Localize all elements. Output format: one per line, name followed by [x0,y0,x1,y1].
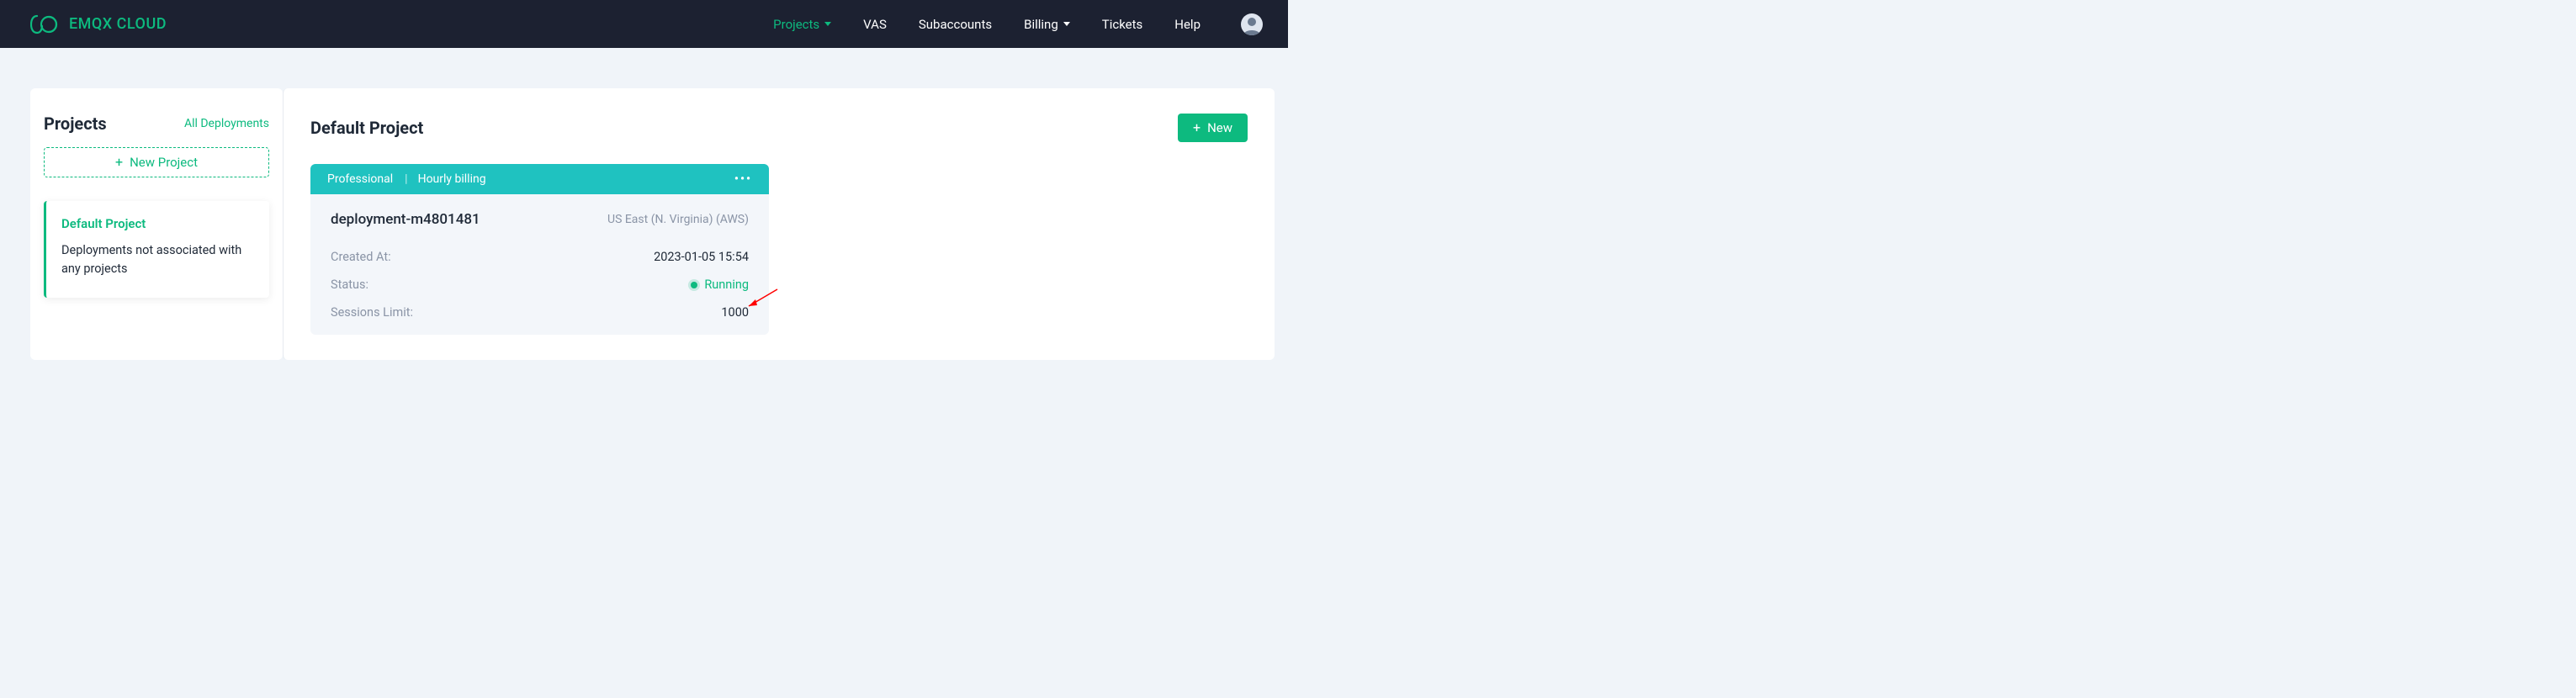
created-at-value: 2023-01-05 15:54 [654,250,749,264]
created-at-label: Created At: [331,250,391,264]
deployment-billing: Hourly billing [410,172,486,186]
nav-billing-label: Billing [1024,17,1058,32]
sessions-label: Sessions Limit: [331,305,413,320]
deployment-region: US East (N. Virginia) (AWS) [607,213,749,226]
projects-sidebar: Projects All Deployments + New Project D… [30,88,283,360]
nav-projects-label: Projects [773,17,819,32]
deployment-card-header: Professional | Hourly billing ••• [310,164,769,194]
status-dot-icon [691,282,697,288]
user-avatar[interactable] [1241,13,1263,35]
emqx-logo-icon [30,14,61,34]
status-text: Running [704,278,749,292]
chevron-down-icon [824,22,831,26]
plus-icon: + [115,156,123,169]
top-nav: Projects VAS Subaccounts Billing Tickets… [773,13,1263,35]
sessions-row: Sessions Limit: 1000 [331,299,749,326]
brand-logo[interactable]: EMQX CLOUD [30,14,167,34]
sidebar-project-card[interactable]: Default Project Deployments not associat… [44,201,269,298]
nav-billing[interactable]: Billing [1024,17,1070,32]
page-title: Default Project [310,118,423,138]
main-layout: Projects All Deployments + New Project D… [0,48,1288,360]
new-deployment-button[interactable]: + New [1178,114,1248,142]
deployment-plan: Professional [327,172,403,186]
deployment-card-body: deployment-m4801481 US East (N. Virginia… [310,194,769,335]
nav-subaccounts[interactable]: Subaccounts [919,17,992,32]
sessions-value: 1000 [721,305,749,320]
new-button-label: New [1207,120,1232,135]
all-deployments-link[interactable]: All Deployments [184,117,269,130]
project-card-description: Deployments not associated with any proj… [61,241,254,279]
content-panel: Default Project + New Professional | Hou… [283,88,1275,360]
status-row: Status: Running [331,271,749,299]
deployment-title-row: deployment-m4801481 US East (N. Virginia… [331,211,749,228]
new-project-button[interactable]: + New Project [44,147,269,177]
nav-vas-label: VAS [863,17,887,32]
plus-icon: + [1193,121,1201,135]
sidebar-title: Projects [44,114,107,134]
deployment-name: deployment-m4801481 [331,211,480,228]
separator: | [403,172,409,186]
new-project-label: New Project [130,155,198,170]
created-at-row: Created At: 2023-01-05 15:54 [331,243,749,271]
nav-projects[interactable]: Projects [773,17,831,32]
nav-help-label: Help [1174,17,1201,32]
sidebar-header: Projects All Deployments [44,114,269,147]
top-header: EMQX CLOUD Projects VAS Subaccounts Bill… [0,0,1288,48]
nav-subaccounts-label: Subaccounts [919,17,992,32]
nav-tickets[interactable]: Tickets [1102,17,1143,32]
nav-vas[interactable]: VAS [863,17,887,32]
nav-tickets-label: Tickets [1102,17,1143,32]
chevron-down-icon [1063,22,1070,26]
deployment-card[interactable]: Professional | Hourly billing ••• deploy… [310,164,769,335]
project-card-title: Default Project [61,216,254,231]
status-value: Running [691,278,749,292]
brand-text: EMQX CLOUD [69,15,167,33]
card-menu-icon[interactable]: ••• [734,172,752,186]
nav-help[interactable]: Help [1174,17,1201,32]
status-label: Status: [331,278,368,292]
content-header: Default Project + New [310,114,1248,142]
